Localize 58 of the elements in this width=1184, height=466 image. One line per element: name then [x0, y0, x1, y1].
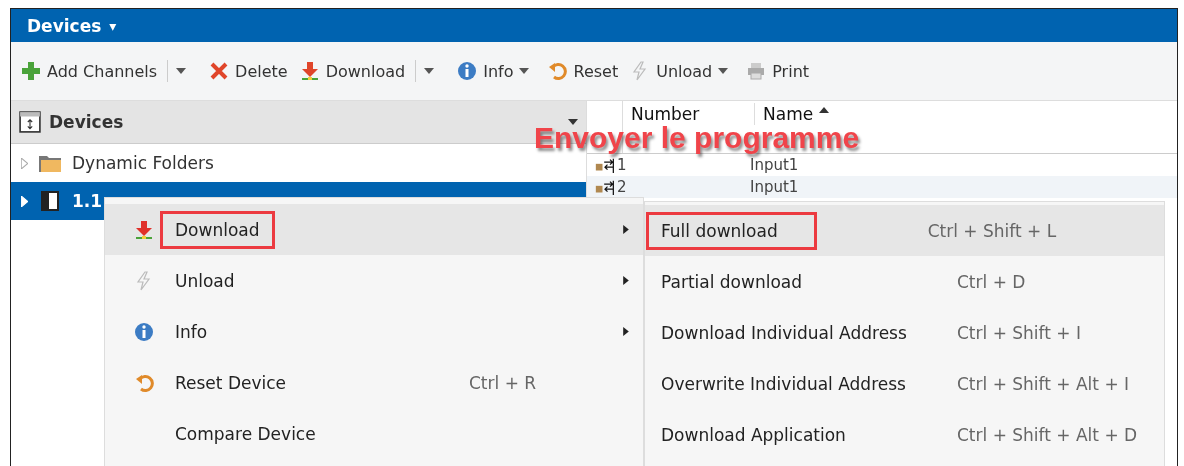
- toolbar-button[interactable]: Add Channels: [17, 57, 162, 85]
- shortcut-text: Ctrl + Shift + I: [957, 322, 1081, 343]
- column-header[interactable]: Name: [755, 103, 838, 125]
- table-cell: Input1: [750, 178, 799, 196]
- menu-item[interactable]: Overwrite Individual Address Ctrl + Shift + Alt + I: [645, 358, 1164, 409]
- caret-icon[interactable]: ▾: [109, 17, 117, 34]
- menu-item-label: Unload: [175, 270, 236, 291]
- shortcut-text: Ctrl + Shift + Alt + D: [957, 424, 1138, 445]
- menu-item[interactable]: Partial download Ctrl + D: [645, 256, 1164, 307]
- toolbar-button[interactable]: Download: [295, 57, 410, 85]
- menu-item-label: Download: [160, 210, 275, 249]
- device-icon: [38, 191, 62, 211]
- menu-item[interactable]: Full download Ctrl + Shift + L: [645, 205, 1164, 256]
- dropdown-arrow-icon[interactable]: [519, 68, 530, 74]
- annotation-text: Envoyer le programme: [534, 124, 860, 152]
- toolbar-button[interactable]: Delete: [205, 57, 292, 85]
- printer-icon: [746, 61, 767, 81]
- menu-item-label: Compare Device: [175, 423, 317, 444]
- toolbar-button[interactable]: Print: [742, 57, 814, 85]
- menu-item[interactable]: Download Individual Address Ctrl + Shift + I: [645, 307, 1164, 358]
- shortcut-text: Ctrl + R: [469, 372, 538, 393]
- download-icon: [134, 219, 154, 240]
- reset-icon: [547, 61, 568, 81]
- dropdown-arrow-icon[interactable]: [568, 119, 578, 125]
- shortcut-text: Ctrl + Shift + L: [927, 220, 1057, 241]
- shortcut-text: Ctrl + Shift + Alt + I: [957, 373, 1130, 394]
- column-header[interactable]: Number: [623, 103, 755, 125]
- window-title[interactable]: Devices: [27, 15, 102, 36]
- close-icon: [209, 61, 230, 81]
- table-cell-text: 2: [617, 178, 628, 196]
- toolbar-button[interactable]: Unload: [626, 57, 717, 85]
- menu-item[interactable]: Download Application Ctrl + Shift + Alt + D: [645, 409, 1164, 460]
- menu-item-label: Reset Device: [175, 372, 288, 393]
- info-icon: [134, 321, 154, 342]
- dropdown-arrow-icon[interactable]: [718, 68, 729, 74]
- menu-item[interactable]: Compare Device: [105, 408, 643, 459]
- table-cell: Input1: [750, 156, 799, 174]
- menu-item[interactable]: Unload: [105, 255, 643, 306]
- plus-icon: [21, 61, 41, 81]
- reset-icon: [134, 372, 154, 393]
- download-icon: [299, 61, 320, 81]
- info-icon: [457, 61, 478, 81]
- folder-icon: [38, 153, 62, 173]
- menu-item-label: Download Application: [661, 424, 847, 445]
- menu-item[interactable]: Download: [105, 204, 643, 255]
- shortcut-text: Ctrl + D: [957, 271, 1026, 292]
- menu-item-label: Full download: [646, 211, 817, 250]
- toolbar-button[interactable]: Info: [453, 57, 518, 85]
- menu-item-label: Overwrite Individual Address: [661, 373, 907, 394]
- menu-item[interactable]: Reset Device Ctrl + R: [105, 357, 643, 408]
- menu-item-label: Partial download: [661, 271, 804, 292]
- menu-item-label: Info: [175, 321, 209, 342]
- panel-title: Devices: [49, 112, 125, 132]
- menu-item[interactable]: Info: [105, 306, 643, 357]
- menu-item-label: Download Individual Address: [661, 322, 908, 343]
- toolbar-button[interactable]: Reset: [543, 57, 623, 85]
- table-cell-text: 1: [617, 156, 628, 174]
- panel-icon: [19, 111, 41, 133]
